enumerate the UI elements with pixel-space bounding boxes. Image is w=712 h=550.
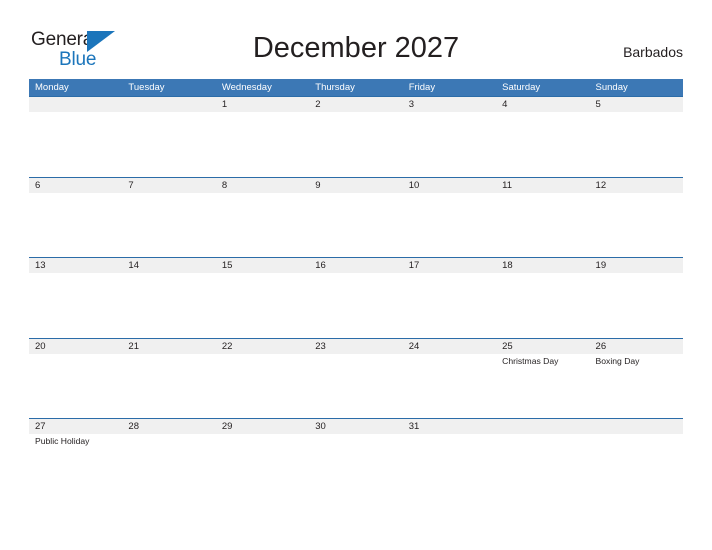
day-number: [29, 97, 122, 112]
weekday-header-row: Monday Tuesday Wednesday Thursday Friday…: [29, 79, 683, 96]
day-cell[interactable]: 22: [216, 339, 309, 354]
day-number: [590, 419, 683, 434]
calendar-grid: Monday Tuesday Wednesday Thursday Friday…: [29, 79, 683, 464]
day-number: 7: [128, 179, 134, 191]
page-title: December 2027: [252, 32, 460, 64]
day-number: 23: [315, 340, 326, 352]
day-cell[interactable]: [122, 97, 215, 112]
day-number: 5: [595, 99, 601, 110]
day-number: 24: [408, 340, 420, 352]
day-number: 28: [128, 421, 139, 433]
day-cell[interactable]: 30: [309, 419, 402, 434]
day-cell[interactable]: 21: [122, 339, 215, 354]
day-number: 29: [221, 421, 233, 433]
day-cell[interactable]: 20: [29, 339, 122, 354]
day-cell[interactable]: 3: [403, 97, 496, 112]
weekday-sunday: Sunday: [595, 82, 628, 93]
day-number: [122, 97, 215, 112]
day-number: 15: [221, 260, 233, 272]
day-cell[interactable]: 28: [122, 419, 215, 434]
page-header: General Blue December 2027 Barbados: [0, 0, 712, 78]
day-number: 12: [595, 179, 607, 191]
day-cell[interactable]: 18: [496, 258, 589, 273]
week-row: 6 7 8 9 10 11 12: [29, 176, 683, 258]
day-cell[interactable]: 15: [216, 258, 309, 273]
day-number: 1: [221, 99, 228, 110]
day-cell[interactable]: 11: [496, 178, 589, 193]
day-number: 20: [35, 340, 46, 352]
week-daynumber-band: 20 21 22 23 24 25 Christmas Day 26 Boxing …: [29, 338, 683, 366]
day-cell[interactable]: 29: [216, 419, 309, 434]
day-cell[interactable]: 19: [590, 258, 683, 273]
day-number: 4: [502, 99, 508, 110]
day-cell[interactable]: 31: [403, 419, 496, 434]
day-event: Boxing Day: [595, 355, 640, 366]
day-cell[interactable]: 12: [590, 178, 683, 193]
day-number: 9: [315, 179, 321, 191]
week-daynumber-band: 6 7 8 9 10 11 12: [29, 177, 683, 193]
day-number: 8: [221, 179, 228, 191]
weekday-wednesday: Wednesday: [221, 82, 272, 93]
week-daynumber-band: 27 Public Holiday 28 29 30 31: [29, 419, 683, 446]
day-number: 31: [408, 421, 420, 433]
day-number: 16: [315, 260, 326, 272]
day-number: 19: [595, 260, 607, 272]
day-cell[interactable]: [590, 419, 683, 434]
day-cell[interactable]: 24: [403, 339, 496, 354]
day-number: 3: [408, 99, 414, 110]
day-number: 2: [315, 99, 321, 110]
day-cell[interactable]: [29, 97, 122, 112]
country-label: Barbados: [623, 44, 683, 60]
week-row: 1 2 3 4 5: [29, 96, 683, 177]
day-cell-christmas[interactable]: 25 Christmas Day: [496, 339, 589, 366]
day-number: 26: [595, 340, 607, 352]
weekday-thursday: Thursday: [315, 82, 355, 93]
weekday-monday: Monday: [35, 82, 69, 93]
day-number: 17: [408, 260, 420, 272]
day-number: 30: [315, 421, 326, 433]
day-cell[interactable]: 17: [403, 258, 496, 273]
day-cell[interactable]: 14: [122, 258, 215, 273]
day-cell[interactable]: 16: [309, 258, 402, 273]
day-cell[interactable]: 13: [29, 258, 122, 273]
day-cell[interactable]: 5: [590, 97, 683, 112]
day-event: Christmas Day: [502, 355, 559, 366]
day-number: 10: [408, 179, 420, 191]
day-event: Public Holiday: [35, 436, 90, 447]
day-cell[interactable]: 23: [309, 339, 402, 354]
day-number: 27: [35, 421, 46, 433]
day-number: 22: [221, 340, 233, 352]
day-cell[interactable]: 10: [403, 178, 496, 193]
week-row: 27 Public Holiday 28 29 30 31: [29, 418, 683, 464]
day-number: 25: [502, 340, 513, 352]
day-cell-public-holiday[interactable]: 27 Public Holiday: [29, 419, 122, 446]
day-number: 11: [502, 179, 512, 191]
day-cell[interactable]: 2: [309, 97, 402, 112]
day-cell[interactable]: 7: [122, 178, 215, 193]
week-daynumber-band: 13 14 15 16 17 18 19: [29, 258, 683, 274]
day-cell[interactable]: 1: [216, 97, 309, 112]
day-number: [496, 419, 589, 434]
day-cell[interactable]: [496, 419, 589, 434]
day-cell[interactable]: 6: [29, 178, 122, 193]
day-number: 14: [128, 260, 139, 272]
day-number: 6: [35, 179, 41, 191]
day-number: 13: [35, 260, 46, 272]
day-cell[interactable]: 8: [216, 178, 309, 193]
calendar-page: General Blue December 2027 Barbados Mond…: [0, 0, 712, 550]
week-daynumber-band: 1 2 3 4 5: [29, 97, 683, 112]
day-cell[interactable]: 4: [496, 97, 589, 112]
weekday-saturday: Saturday: [502, 82, 541, 93]
day-cell[interactable]: 9: [309, 178, 402, 193]
weekday-tuesday: Tuesday: [128, 82, 165, 93]
day-cell-boxing-day[interactable]: 26 Boxing Day: [590, 339, 683, 366]
weekday-friday: Friday: [408, 82, 436, 93]
week-row: 13 14 15 16 17 18 19: [29, 257, 683, 338]
day-number: 21: [128, 340, 139, 352]
week-row: 20 21 22 23 24 25 Christmas Day 26 Boxing …: [29, 337, 683, 419]
day-number: 18: [502, 260, 513, 272]
